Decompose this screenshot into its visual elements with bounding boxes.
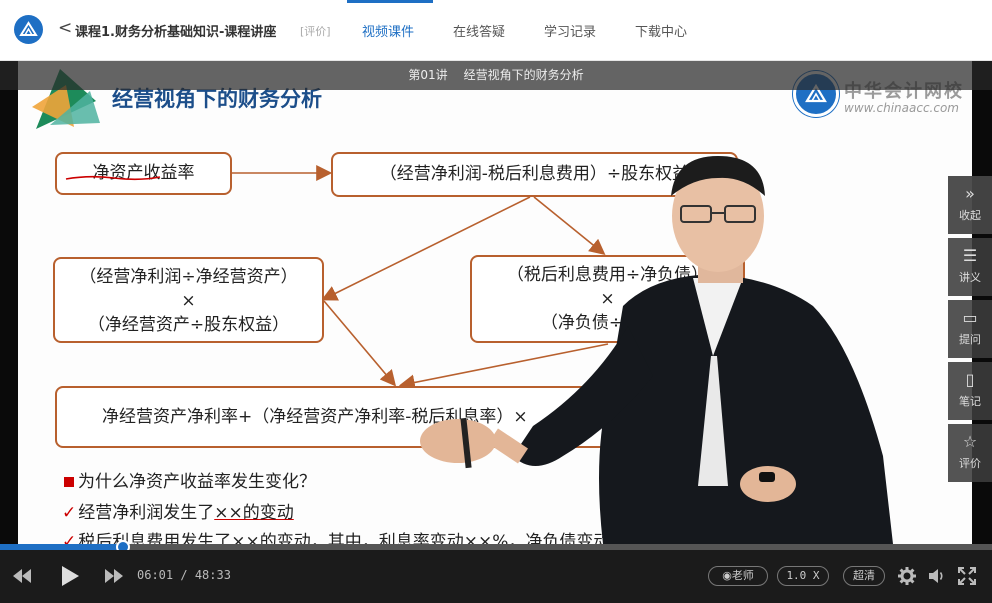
back-arrow-icon[interactable]: < — [58, 18, 72, 38]
slide-point-1: ✓ 经营净利润发生了××的变动 — [62, 503, 294, 523]
side-collapse-button[interactable]: » 收起 — [948, 176, 992, 234]
lesson-caption-bar: 第01讲 经营视角下的财务分析 — [0, 61, 992, 90]
slide-question: 为什么净资产收益率发生变化？ — [64, 467, 316, 492]
lesson-title: 经营视角下的财务分析 — [463, 68, 584, 82]
player-control-bar: 06:01 / 48:33 ◉老师 1.0 X 超清 — [0, 550, 992, 603]
lecture-slide: 经营视角下的财务分析 中华会计网校 www.chinaacc.com 净资产收益… — [18, 61, 972, 544]
total-time: 48:33 — [194, 568, 231, 582]
operating-decomposition-box: （经营净利润÷净经营资产） × （净经营资产÷股东权益） — [53, 257, 324, 343]
tab-online-qa[interactable]: 在线答疑 — [453, 21, 505, 40]
active-tab-indicator — [347, 0, 433, 3]
side-rate-button[interactable]: ☆ 评价 — [948, 424, 992, 482]
check-mark-icon: ✓ — [62, 503, 77, 523]
tab-download-center[interactable]: 下载中心 — [635, 21, 687, 40]
presenter-figure — [420, 156, 893, 544]
rewind-icon[interactable] — [12, 568, 32, 584]
double-chevron-right-icon: » — [965, 184, 975, 203]
video-player[interactable]: 经营视角下的财务分析 中华会计网校 www.chinaacc.com 净资产收益… — [0, 61, 992, 544]
side-handout-button[interactable]: ☰ 讲义 — [948, 238, 992, 296]
current-time: 06:01 — [137, 568, 174, 582]
fast-forward-icon[interactable] — [104, 568, 124, 584]
site-logo-icon[interactable] — [14, 15, 43, 44]
gear-icon[interactable] — [898, 567, 916, 585]
video-quality-button[interactable]: 超清 — [843, 566, 885, 586]
list-icon: ☰ — [962, 246, 978, 265]
play-icon[interactable] — [60, 565, 80, 587]
playback-speed-button[interactable]: 1.0 X — [777, 566, 829, 586]
fullscreen-icon[interactable] — [958, 567, 976, 585]
bullet-square-icon — [64, 477, 74, 487]
volume-icon[interactable] — [928, 567, 946, 585]
lesson-number: 第01讲 — [408, 68, 448, 82]
notebook-icon: ▯ — [965, 370, 975, 389]
chat-bubble-icon: ▭ — [962, 308, 978, 327]
teacher-view-toggle[interactable]: ◉老师 — [708, 566, 768, 586]
check-mark-icon: ✓ — [62, 532, 77, 544]
star-icon: ☆ — [962, 432, 978, 451]
rate-course-link[interactable]: [评价] — [300, 23, 331, 39]
top-navigation-bar: < 课程1.财务分析基础知识-课程讲座 [评价] 视频课件 在线答疑 学习记录 … — [0, 0, 992, 61]
tab-study-record[interactable]: 学习记录 — [544, 21, 596, 40]
tab-video-courseware[interactable]: 视频课件 — [362, 21, 414, 40]
course-title: 课程1.财务分析基础知识-课程讲座 — [75, 25, 277, 40]
side-notes-button[interactable]: ▯ 笔记 — [948, 362, 992, 420]
playback-time: 06:01 / 48:33 — [137, 568, 231, 582]
side-ask-button[interactable]: ▭ 提问 — [948, 300, 992, 358]
roe-box: 净资产收益率 — [55, 152, 232, 195]
red-underline-mark — [65, 175, 161, 181]
